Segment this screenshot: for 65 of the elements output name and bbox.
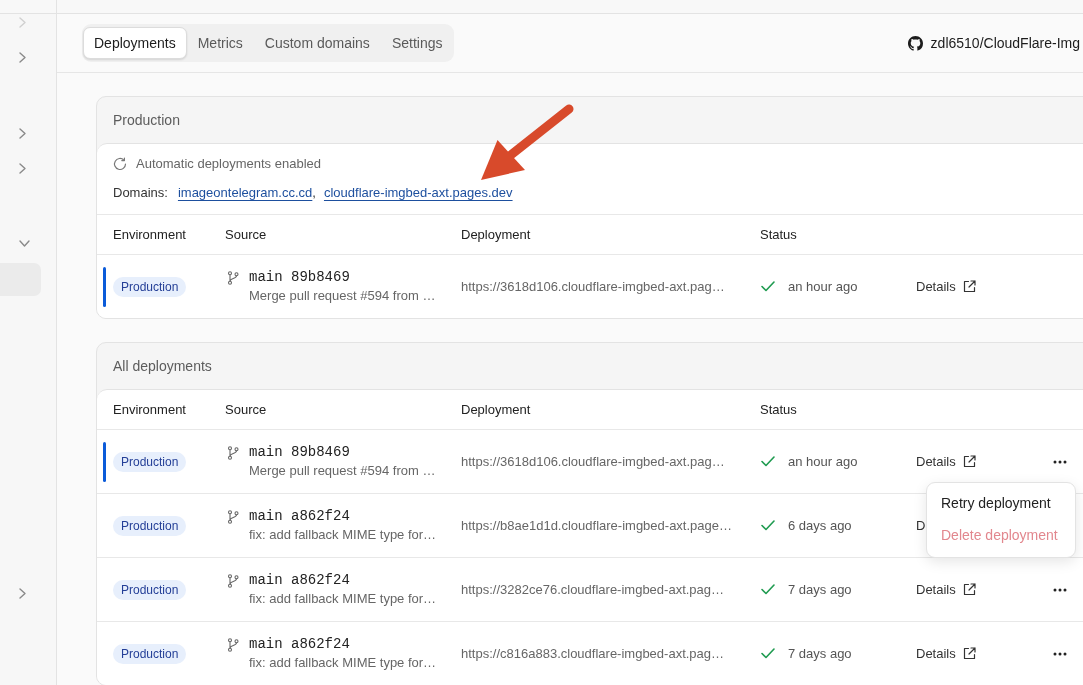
column-header: Environment	[113, 226, 186, 242]
chevron-right-icon[interactable]	[19, 162, 26, 174]
environment-badge: Production	[113, 515, 187, 536]
comma-text: ,	[312, 184, 316, 203]
deployment-url[interactable]: https://3618d106.cloudflare-imgbed-axt.pag…	[461, 453, 725, 469]
more-icon	[1053, 651, 1067, 656]
auto-deploy-text: Automatic deployments enabled	[136, 155, 321, 174]
column-header: Deployment	[461, 401, 531, 417]
chevron-right-icon[interactable]	[19, 52, 26, 63]
menu-item[interactable]: Retry deployment	[929, 487, 1063, 520]
panel-title: All deployments	[113, 356, 212, 376]
environment-badge: Production	[113, 451, 187, 472]
tab[interactable]: Custom domains	[253, 27, 381, 59]
chevron-down-icon[interactable]	[19, 240, 30, 247]
panel-title: Production	[113, 110, 180, 130]
deployment-url[interactable]: https://c816a883.cloudflare-imgbed-axt.pag…	[461, 645, 725, 661]
cat-logo-icon	[907, 35, 923, 51]
environment-badge: Production	[113, 276, 187, 297]
status-text: an hour ago	[788, 277, 858, 296]
commit-ref: main a862f24	[249, 635, 350, 654]
deployment-url[interactable]: https://3282ce76.cloudflare-imgbed-axt.pag…	[461, 581, 725, 597]
column-header: Source	[225, 226, 267, 242]
commit-ref: main 89b8469	[249, 268, 350, 287]
domain-link[interactable]: cloudflare-imgbed-axt.pages.dev	[323, 183, 513, 203]
domains-label: Domains:	[113, 184, 168, 203]
commit-ref: main a862f24	[249, 571, 350, 590]
chevron-right-icon[interactable]	[19, 127, 26, 139]
column-header: Environment	[113, 401, 186, 417]
commit-message: fix: add fallback MIME type for…	[249, 654, 437, 672]
status-text: 7 days ago	[788, 644, 852, 663]
commit-ref: main 89b8469	[249, 443, 350, 462]
tab[interactable]: Settings	[380, 27, 454, 59]
details-link[interactable]: D	[916, 515, 926, 536]
branch-icon	[227, 510, 239, 524]
details-link[interactable]: Details	[916, 579, 976, 600]
branch-icon	[227, 446, 239, 460]
commit-message: Merge pull request #594 from …	[249, 287, 436, 305]
refresh-icon	[113, 157, 127, 171]
deployment-url[interactable]: https://3618d106.cloudflare-imgbed-axt.pag…	[461, 278, 725, 294]
tab[interactable]: Metrics	[186, 27, 254, 59]
commit-message: fix: add fallback MIME type for…	[249, 526, 437, 544]
column-header: Source	[225, 401, 267, 417]
status-text: 6 days ago	[788, 516, 852, 535]
repository-link[interactable]: zdl6510/CloudFlare-Img	[930, 32, 1080, 54]
column-header: Status	[760, 226, 797, 242]
status-text: 7 days ago	[788, 580, 852, 599]
more-icon	[1053, 459, 1067, 464]
details-link[interactable]: Details	[916, 451, 976, 472]
environment-badge: Production	[113, 579, 187, 600]
branch-icon	[227, 638, 239, 652]
branch-icon	[227, 271, 239, 285]
column-header: Status	[760, 401, 797, 417]
chevron-right-icon[interactable]	[19, 587, 26, 599]
tab[interactable]: Deployments	[83, 27, 187, 59]
commit-message: Merge pull request #594 from …	[249, 462, 436, 480]
commit-ref: main a862f24	[249, 507, 350, 526]
status-text: an hour ago	[788, 452, 858, 471]
branch-icon	[227, 574, 239, 588]
deployment-url[interactable]: https://b8ae1d1d.cloudflare-imgbed-axt.page…	[461, 517, 732, 533]
column-header: Deployment	[461, 226, 531, 242]
commit-message: fix: add fallback MIME type for…	[249, 590, 437, 608]
environment-badge: Production	[113, 643, 187, 664]
details-link[interactable]: Details	[916, 276, 976, 297]
more-icon	[1053, 587, 1067, 592]
details-link[interactable]: Details	[916, 643, 976, 664]
